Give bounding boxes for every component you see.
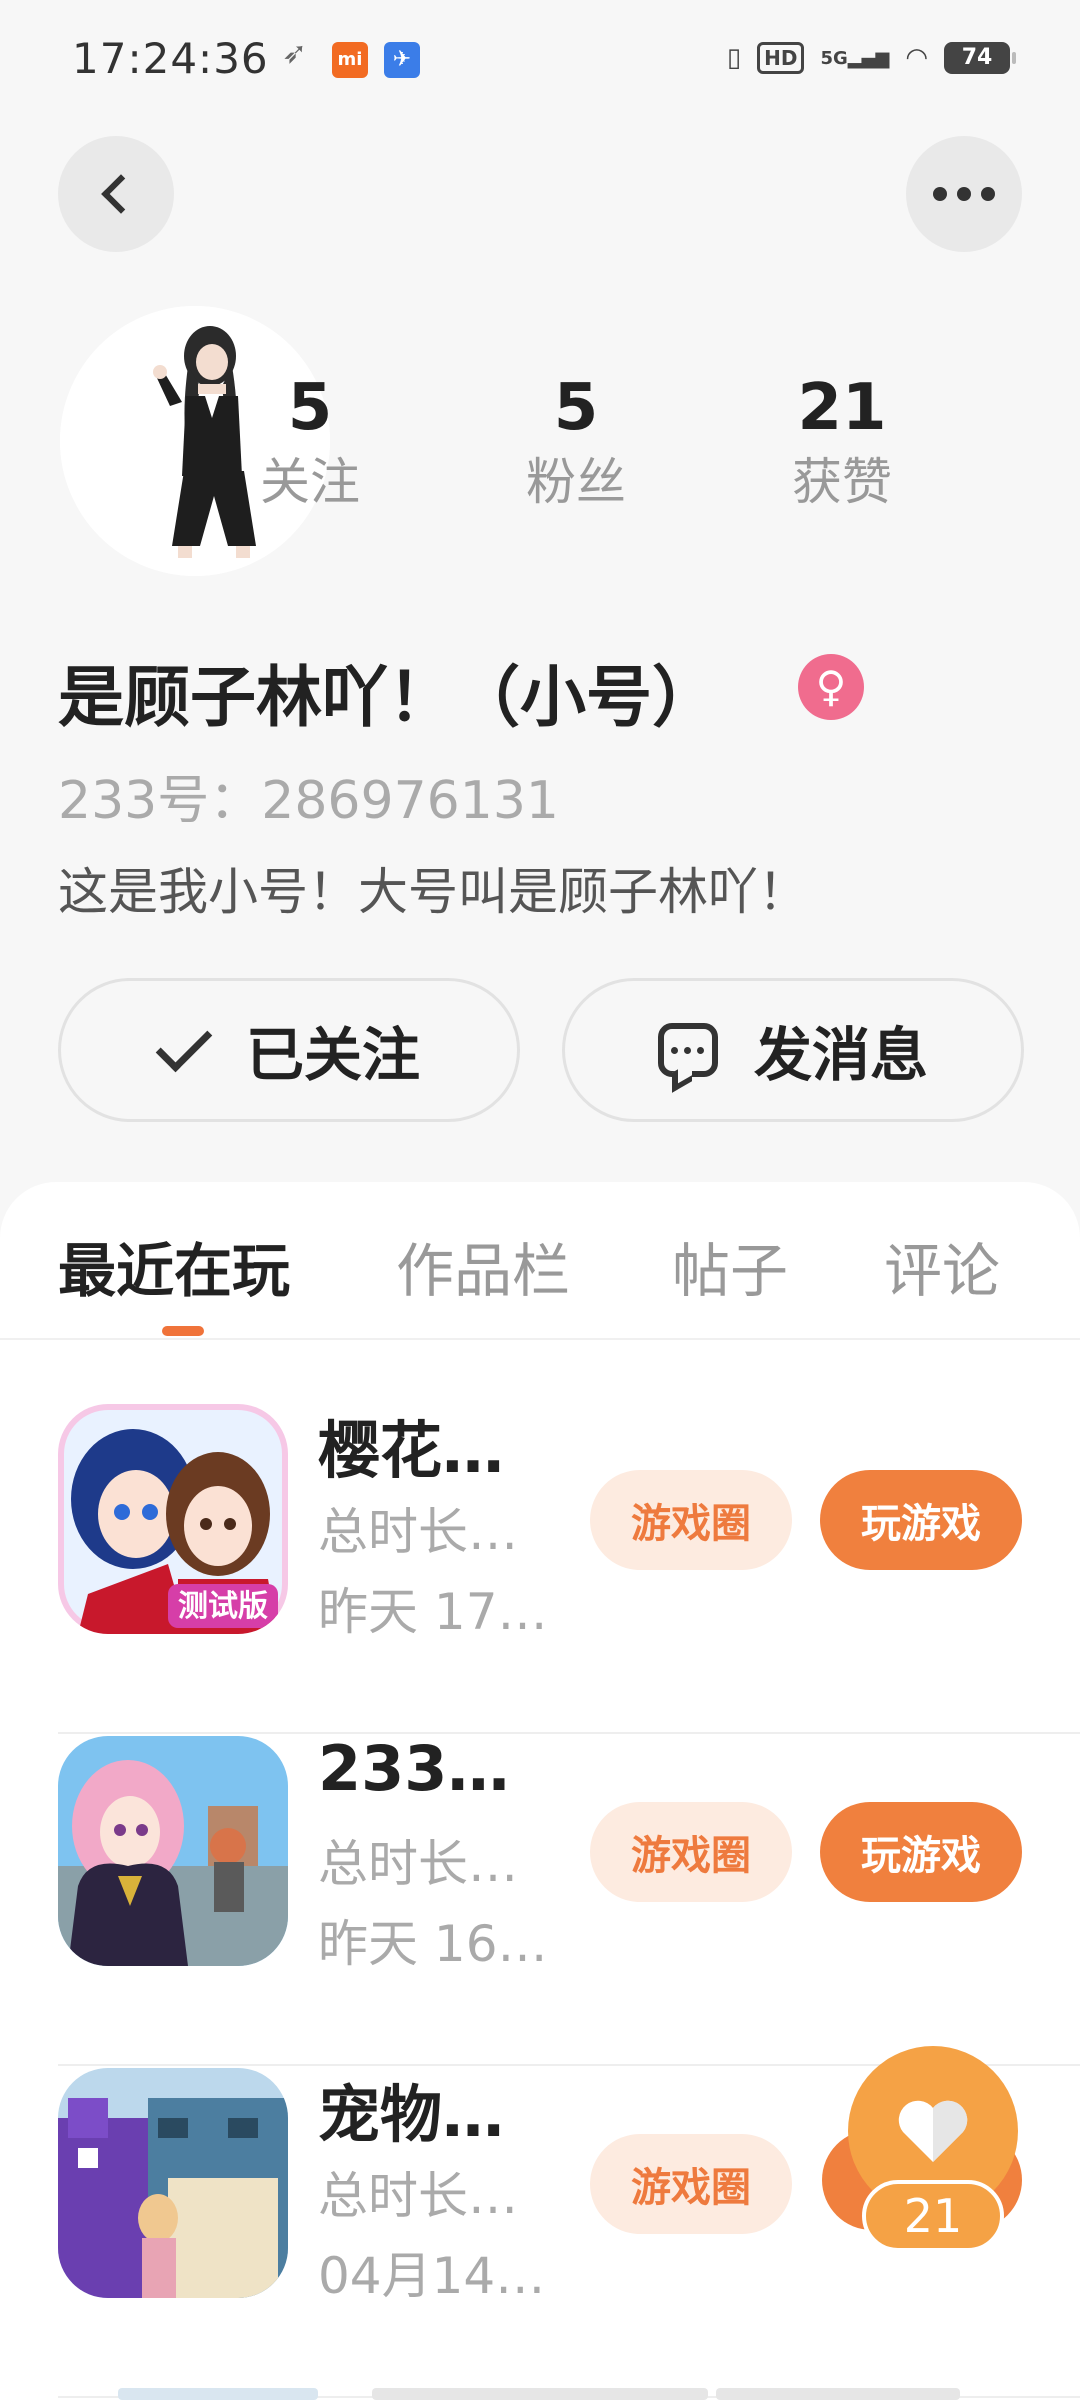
vibrate-icon: ▯	[726, 43, 742, 73]
next-item-strip	[118, 2388, 318, 2400]
following-count: 5	[287, 371, 333, 445]
tab-bar: 最近在玩 作品栏 帖子 评论	[0, 1182, 1080, 1340]
following-label: 关注	[260, 453, 360, 511]
chat-bubble-icon	[657, 1023, 718, 1077]
game-icon[interactable]	[58, 2068, 288, 2298]
play-game-button[interactable]: 玩游戏	[820, 1470, 1022, 1570]
bird-icon: ✈	[384, 42, 420, 78]
tab-works[interactable]: 作品栏	[396, 1224, 570, 1308]
followed-button[interactable]: 已关注	[58, 978, 520, 1122]
next-item-strip	[716, 2388, 960, 2400]
tab-posts[interactable]: 帖子	[672, 1224, 788, 1308]
checkmark-icon	[155, 1015, 213, 1073]
game-last-played: 04月14…	[318, 2247, 546, 2305]
female-icon: ♀	[798, 654, 864, 720]
bio: 这是我小号！大号叫是顾子林吖！	[58, 863, 808, 921]
game-title: 233…	[318, 1732, 510, 1805]
username: 是顾子林吖！（小号）	[58, 659, 718, 736]
likes-label: 获赞	[792, 453, 892, 511]
game-duration: 总时长…	[318, 1835, 518, 1893]
game-icon[interactable]: 测试版	[58, 1404, 288, 1634]
status-bar: 17:24:36 ➶ mi ✈ ▯ HD 5G▂▄▆ ◠ 74	[0, 0, 1080, 118]
tab-recently-played[interactable]: 最近在玩	[58, 1224, 290, 1308]
svg-text:测试版: 测试版	[178, 1589, 268, 1624]
hd-icon: HD	[757, 42, 805, 74]
more-dots-icon	[933, 187, 995, 201]
signal-icon: 5G▂▄▆	[820, 47, 890, 69]
game-circle-button[interactable]: 游戏圈	[590, 1470, 792, 1570]
send-message-button[interactable]: 发消息	[562, 978, 1024, 1122]
game-last-played: 昨天 17…	[318, 1583, 548, 1641]
followers-stat[interactable]: 5 粉丝	[496, 366, 656, 514]
paper-plane-icon: ➶	[282, 36, 308, 71]
game-last-played: 昨天 16…	[318, 1915, 548, 1973]
next-item-strip	[372, 2388, 708, 2400]
followers-count: 5	[553, 371, 599, 445]
chevron-left-icon	[101, 174, 141, 214]
likes-stat[interactable]: 21 获赞	[762, 366, 922, 514]
battery-icon: 74	[944, 42, 1016, 74]
game-duration: 总时长…	[318, 1503, 518, 1561]
play-game-button[interactable]: 玩游戏	[820, 1802, 1022, 1902]
game-icon[interactable]	[58, 1736, 288, 1966]
status-icons: ▯ HD 5G▂▄▆ ◠ 74	[726, 36, 1016, 80]
back-button[interactable]	[58, 136, 174, 252]
game-title: 樱花…	[318, 1414, 505, 1487]
tab-comments[interactable]: 评论	[884, 1224, 1000, 1308]
game-title: 宠物…	[318, 2078, 505, 2151]
following-stat[interactable]: 5 关注	[230, 366, 390, 514]
followed-label: 已关注	[245, 1021, 420, 1089]
status-time: 17:24:36	[72, 34, 269, 83]
user-id: 233号：286976131	[58, 771, 560, 831]
more-button[interactable]	[906, 136, 1022, 252]
game-duration: 总时长…	[318, 2167, 518, 2225]
game-circle-button[interactable]: 游戏圈	[590, 2134, 792, 2234]
send-message-label: 发消息	[753, 1021, 928, 1089]
mi-icon: mi	[332, 42, 368, 78]
active-tab-indicator	[162, 1326, 204, 1336]
likes-count: 21	[797, 371, 887, 445]
followers-label: 粉丝	[526, 453, 626, 511]
game-row[interactable]: 测试版 樱花… 总时长… 昨天 17… 游戏圈 玩游戏	[58, 1404, 1080, 1734]
wifi-icon: ◠	[905, 43, 928, 73]
game-circle-button[interactable]: 游戏圈	[590, 1802, 792, 1902]
heart-icon	[898, 2100, 968, 2162]
like-count: 21	[862, 2180, 1004, 2252]
game-row[interactable]: 233… 总时长… 昨天 16… 游戏圈 玩游戏	[58, 1732, 1080, 2066]
